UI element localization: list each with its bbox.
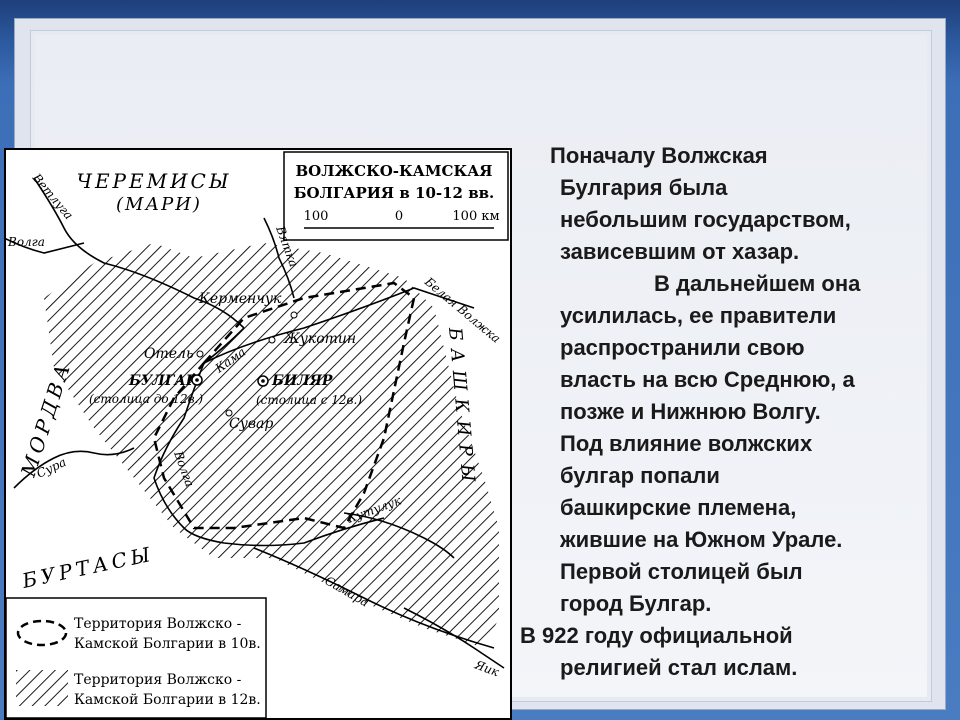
city-suvar: Сувар: [229, 416, 273, 432]
scale-right: 100 км: [452, 209, 499, 224]
text-line: усилилась, ее правители: [560, 303, 837, 328]
text-line: небольшим государством,: [560, 207, 851, 232]
map-title-2: БОЛГАРИЯ в 10-12 вв.: [294, 184, 495, 202]
text-line: Под влияние волжских: [560, 431, 813, 456]
text-line: зависевшим от хазар.: [560, 239, 800, 264]
text-line: власть на всю Среднюю, а: [560, 367, 855, 392]
text-line: Поначалу Волжская: [550, 143, 768, 168]
legend-10c-line2: Камской Болгарии в 10в.: [74, 636, 261, 652]
text-line: распространили свою: [560, 335, 805, 360]
scale-left: 100: [304, 209, 329, 224]
city-otel: Отель: [144, 346, 194, 362]
capital-dot-center: [195, 378, 199, 382]
map-title-1: ВОЛЖСКО-КАМСКАЯ: [295, 162, 492, 180]
text-line: Первой столицей был: [560, 559, 803, 584]
text-line: В 922 году официальной: [520, 623, 793, 648]
region-mari: (МАРИ): [116, 194, 202, 215]
text-line: позже и Нижнюю Волгу.: [560, 399, 821, 424]
slide-text: Поначалу Волжская Булгария была небольши…: [520, 140, 940, 684]
text-line: жившие на Южном Урале.: [560, 527, 843, 552]
text-line: башкирские племена,: [560, 495, 797, 520]
historical-map: ВОЛЖСКО-КАМСКАЯ БОЛГАРИЯ в 10-12 вв. 100…: [4, 148, 512, 720]
text-line: булгар попали: [560, 463, 720, 488]
legend-12c-line2: Камской Болгарии в 12в.: [74, 692, 261, 708]
text-line: В дальнейшем она: [654, 271, 861, 296]
text-line: Булгария была: [560, 175, 728, 200]
city-dot: [196, 350, 204, 358]
city-dot: [225, 409, 233, 417]
city-bulgar-note: (столица до 12в.): [89, 392, 203, 406]
city-zhukotin: Жукотин: [283, 331, 356, 347]
city-bilyar-note: (столица с 12в.): [256, 393, 362, 407]
capital-dot-center: [261, 379, 265, 383]
city-bulgar: БУЛГАР: [128, 373, 197, 389]
text-line: религией стал ислам.: [560, 655, 798, 680]
river-volga-top: Волга: [7, 235, 45, 249]
legend-12c-line1: Территория Волжско -: [74, 672, 242, 688]
city-kermenchuk: Керменчук: [198, 291, 282, 307]
scale-mid: 0: [395, 209, 403, 224]
legend-10c-line1: Территория Волжско -: [74, 616, 242, 632]
city-dot: [268, 336, 276, 344]
city-dot: [290, 311, 298, 319]
city-bilyar: БИЛЯР: [271, 373, 333, 389]
region-cheremisy: ЧЕРЕМИСЫ: [76, 169, 231, 193]
legend-12c-symbol: [16, 670, 68, 706]
text-line: город Булгар.: [560, 591, 712, 616]
